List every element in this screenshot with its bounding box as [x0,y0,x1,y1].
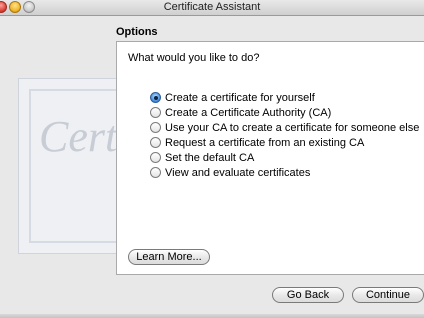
learn-more-button[interactable]: Learn More... [128,249,210,265]
radio-label[interactable]: Request a certificate from an existing C… [165,137,364,149]
radio-button[interactable] [150,167,161,178]
radio-view-evaluate[interactable]: View and evaluate certificates [150,165,419,180]
radio-use-ca[interactable]: Use your CA to create a certificate for … [150,120,419,135]
radio-request-certificate[interactable]: Request a certificate from an existing C… [150,135,419,150]
radio-label[interactable]: Create a Certificate Authority (CA) [165,107,331,119]
title-bar: Certificate Assistant [0,0,424,16]
radio-label[interactable]: View and evaluate certificates [165,167,310,179]
continue-button[interactable]: Continue [352,287,424,303]
options-radio-group: Create a certificate for yourself Create… [150,90,419,180]
window-title: Certificate Assistant [163,1,261,13]
radio-label[interactable]: Create a certificate for yourself [165,92,315,104]
options-heading: Options [116,26,158,38]
radio-label[interactable]: Use your CA to create a certificate for … [165,122,419,134]
radio-button-selected[interactable] [150,92,161,103]
radio-button[interactable] [150,122,161,133]
window-bottom-edge [0,314,424,318]
go-back-button[interactable]: Go Back [272,287,344,303]
radio-label[interactable]: Set the default CA [165,152,254,164]
options-question: What would you like to do? [128,52,260,64]
radio-button[interactable] [150,137,161,148]
radio-create-ca[interactable]: Create a Certificate Authority (CA) [150,105,419,120]
radio-button[interactable] [150,107,161,118]
radio-create-certificate[interactable]: Create a certificate for yourself [150,90,419,105]
radio-set-default-ca[interactable]: Set the default CA [150,150,419,165]
radio-button[interactable] [150,152,161,163]
